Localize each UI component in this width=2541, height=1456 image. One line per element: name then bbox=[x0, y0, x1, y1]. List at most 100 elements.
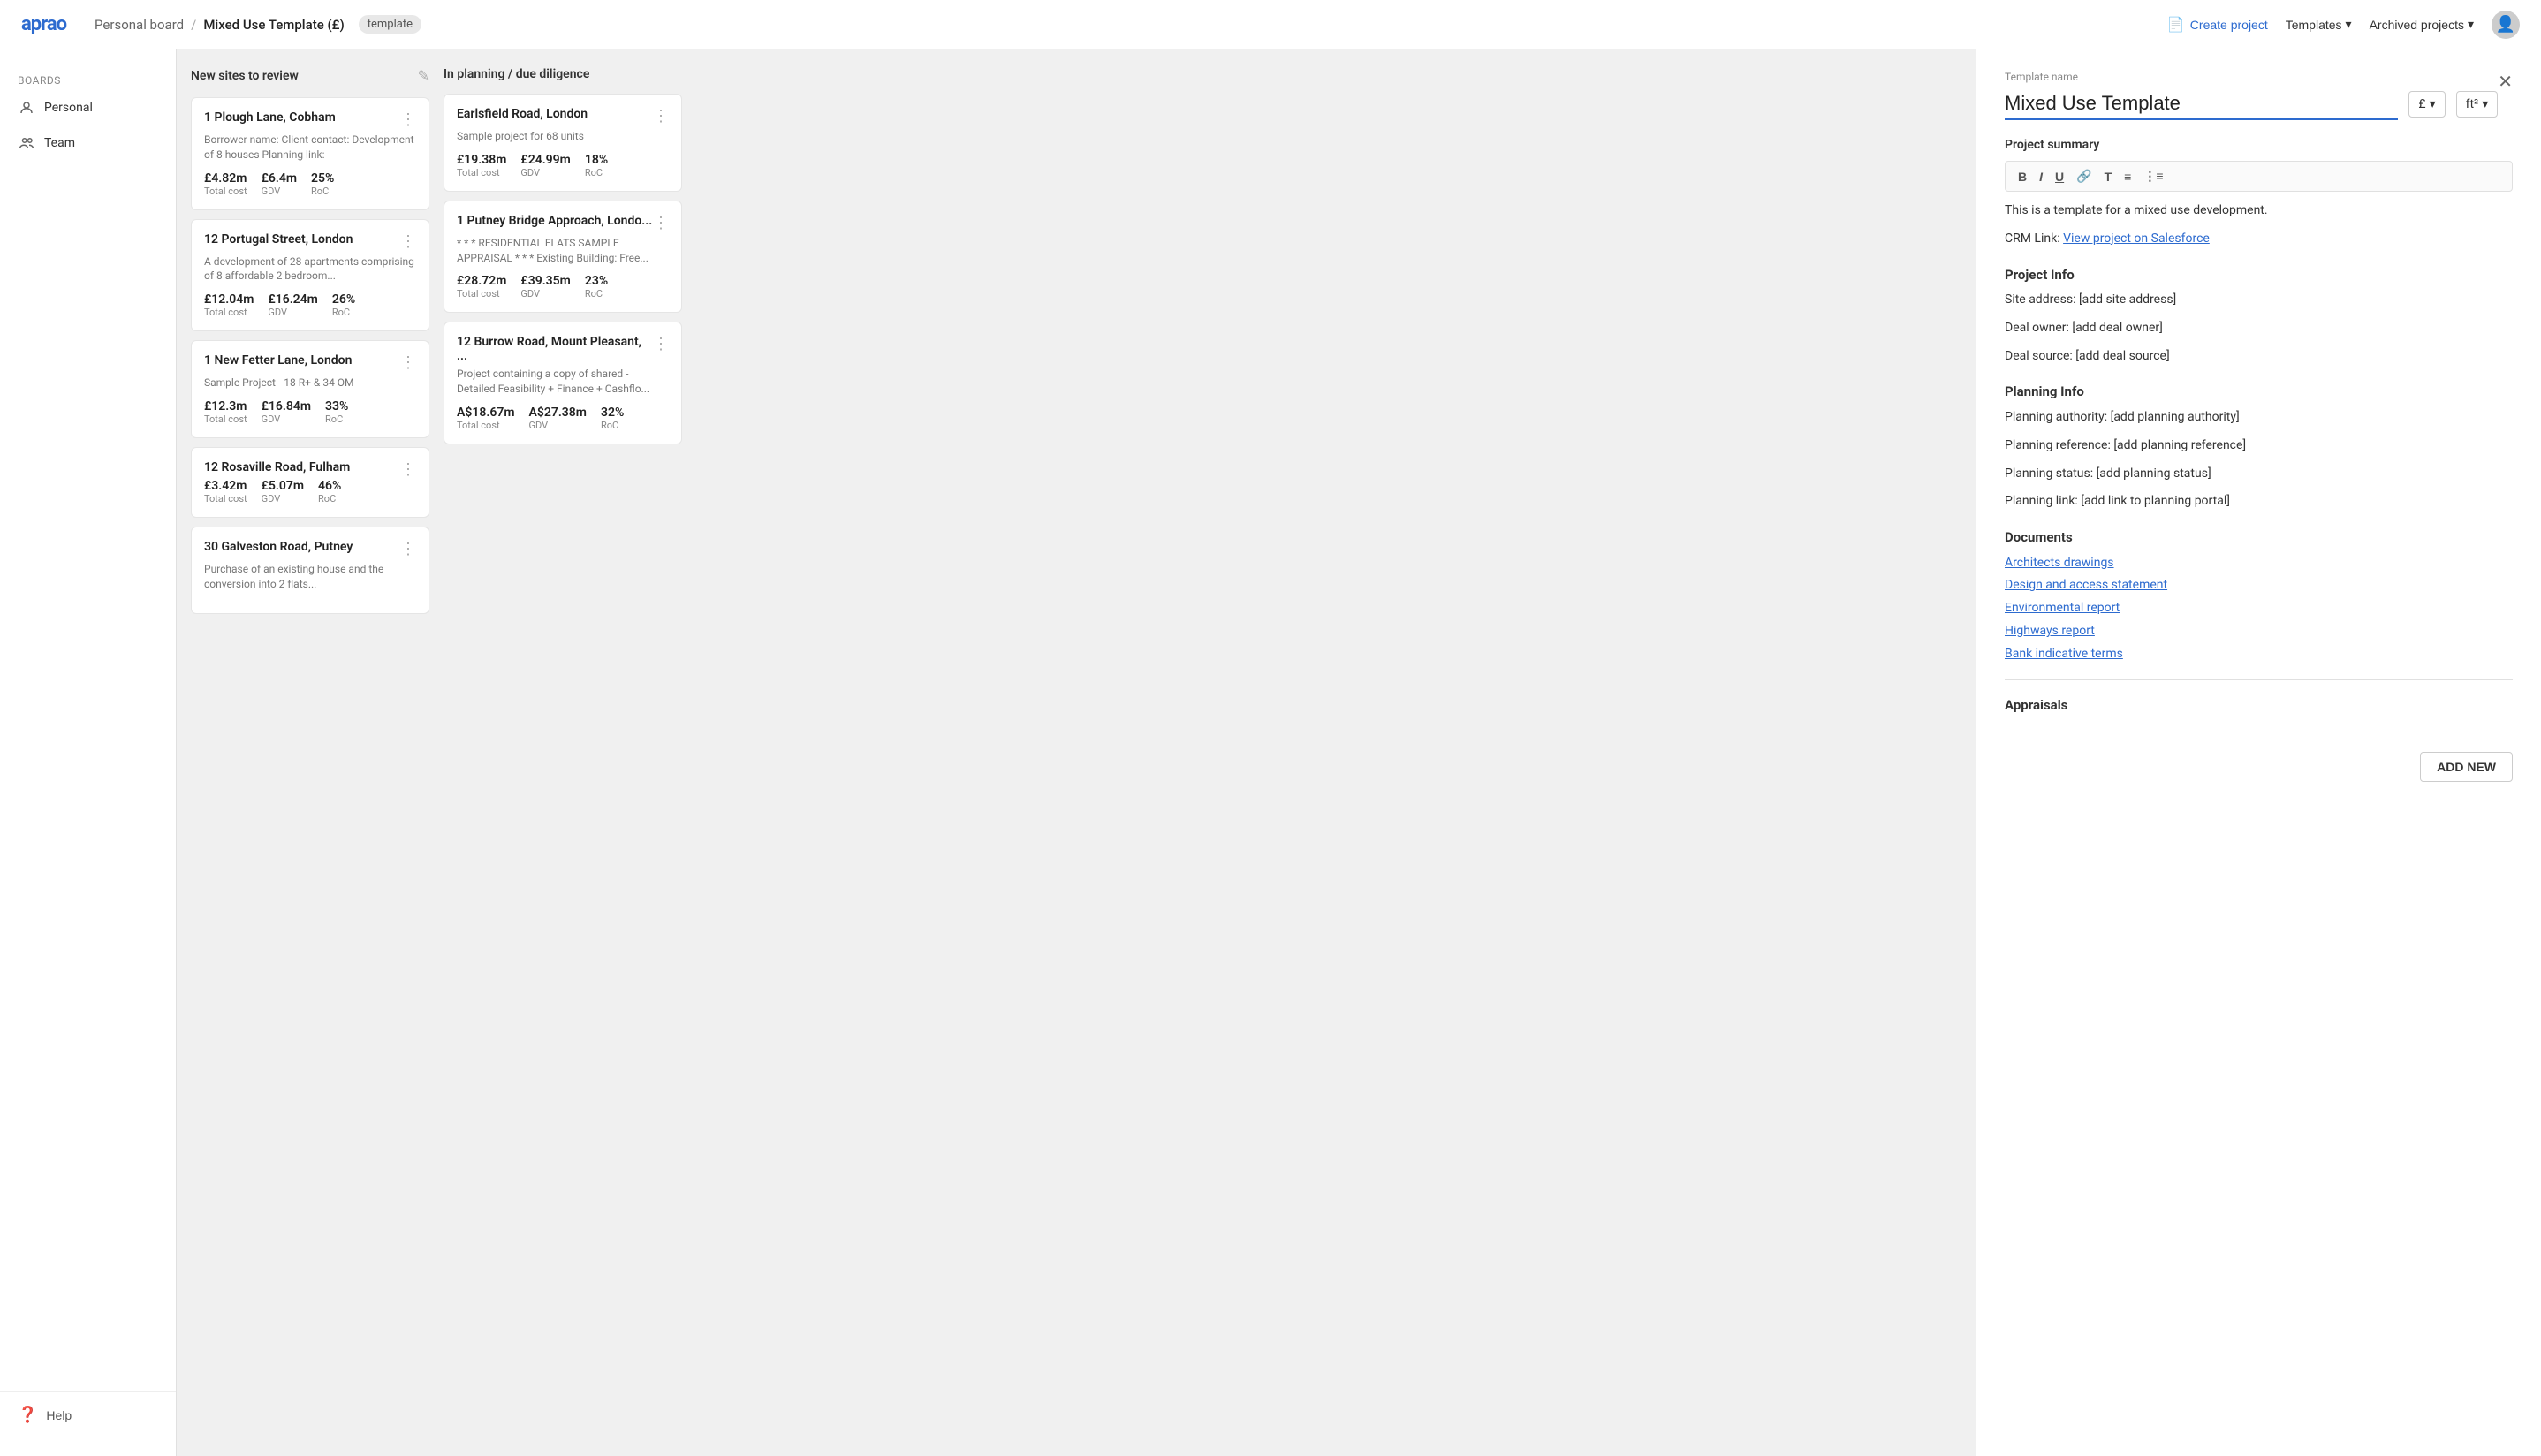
breadcrumb-parent[interactable]: Personal board bbox=[95, 17, 184, 33]
doc-link-architects[interactable]: Architects drawings bbox=[2005, 553, 2513, 574]
stat-value: 25% bbox=[311, 171, 334, 186]
editor-toolbar: B I U 🔗 T ≡ ⋮≡ bbox=[2005, 161, 2513, 192]
sidebar-wrapper: Boards Personal Team bbox=[0, 67, 176, 1438]
card-title: 1 Putney Bridge Approach, Londo... bbox=[457, 214, 653, 228]
planning-link: Planning link: [add link to planning por… bbox=[2005, 491, 2513, 512]
stat-value: £16.84m bbox=[262, 399, 311, 413]
card-title: 30 Galveston Road, Putney bbox=[204, 540, 400, 554]
breadcrumb: Personal board / Mixed Use Template (£) … bbox=[95, 15, 421, 34]
card-new-sites-1[interactable]: 12 Portugal Street, London⋮ A development… bbox=[191, 219, 429, 332]
project-summary-label: Project summary bbox=[2005, 138, 2513, 152]
stat-label: RoC bbox=[311, 186, 334, 197]
doc-link-environmental[interactable]: Environmental report bbox=[2005, 598, 2513, 619]
boards-panel: New sites to review✎1 Plough Lane, Cobha… bbox=[177, 49, 1976, 1456]
bullet-list-button[interactable]: ≡ bbox=[2120, 168, 2135, 186]
unit-selector[interactable]: ft² ▾ bbox=[2456, 91, 2499, 118]
currency-selector[interactable]: £ ▾ bbox=[2408, 91, 2445, 118]
stat-value: A$18.67m bbox=[457, 406, 514, 420]
doc-link-bank[interactable]: Bank indicative terms bbox=[2005, 644, 2513, 665]
card-new-sites-2[interactable]: 1 New Fetter Lane, London⋮ Sample Project… bbox=[191, 340, 429, 438]
unit-chevron-icon: ▾ bbox=[2482, 97, 2488, 111]
card-menu-button[interactable]: ⋮ bbox=[653, 107, 669, 125]
currency-chevron-icon: ▾ bbox=[2430, 97, 2436, 111]
numbered-list-button[interactable]: ⋮≡ bbox=[2140, 167, 2166, 186]
card-menu-button[interactable]: ⋮ bbox=[400, 110, 416, 129]
doc-link-design[interactable]: Design and access statement bbox=[2005, 575, 2513, 596]
card-header: 12 Portugal Street, London⋮ bbox=[204, 232, 416, 251]
sidebar-item-team[interactable]: Team bbox=[0, 125, 176, 161]
card-header: 1 New Fetter Lane, London⋮ bbox=[204, 353, 416, 372]
stat-value: £16.24m bbox=[268, 292, 317, 307]
card-title: Earlsfield Road, London bbox=[457, 107, 653, 121]
archived-projects-button[interactable]: Archived projects ▾ bbox=[2370, 17, 2474, 32]
card-in-planning-2[interactable]: 12 Burrow Road, Mount Pleasant, ...⋮Proj… bbox=[444, 322, 682, 444]
board-column-in-planning: In planning / due diligenceEarlsfield Ro… bbox=[444, 64, 682, 1442]
stat: A$27.38mGDV bbox=[528, 406, 586, 431]
stat-value: £4.82m bbox=[204, 171, 247, 186]
templates-button[interactable]: Templates ▾ bbox=[2286, 17, 2352, 32]
archived-chevron-icon: ▾ bbox=[2468, 17, 2474, 32]
card-description: Project containing a copy of shared - De… bbox=[457, 367, 669, 397]
text-style-button[interactable]: T bbox=[2101, 168, 2116, 186]
help-button[interactable]: ❓ Help bbox=[18, 1406, 72, 1424]
board-column-new-sites: New sites to review✎1 Plough Lane, Cobha… bbox=[191, 64, 429, 1442]
user-avatar[interactable]: 👤 bbox=[2492, 11, 2520, 39]
card-header: 1 Putney Bridge Approach, Londo...⋮ bbox=[457, 214, 669, 232]
logo: aprao bbox=[21, 13, 66, 35]
stat: £16.24mGDV bbox=[268, 292, 317, 318]
card-menu-button[interactable]: ⋮ bbox=[653, 335, 669, 353]
sidebar-team-label: Team bbox=[44, 136, 75, 150]
sidebar-section-label: Boards bbox=[0, 67, 176, 90]
stat-label: GDV bbox=[268, 307, 317, 318]
close-button[interactable]: ✕ bbox=[2498, 71, 2513, 93]
card-new-sites-4[interactable]: 30 Galveston Road, Putney⋮Purchase of an… bbox=[191, 527, 429, 614]
bold-button[interactable]: B bbox=[2014, 168, 2030, 186]
card-menu-button[interactable]: ⋮ bbox=[400, 353, 416, 372]
underline-button[interactable]: U bbox=[2052, 168, 2067, 186]
stat: 25%RoC bbox=[311, 171, 334, 197]
card-description: Sample Project - 18 R+ & 34 OM bbox=[204, 375, 416, 391]
stat-value: A$27.38m bbox=[528, 406, 586, 420]
link-button[interactable]: 🔗 bbox=[2073, 167, 2095, 186]
sidebar-item-personal[interactable]: Personal bbox=[0, 90, 176, 125]
stat-value: 32% bbox=[601, 406, 624, 420]
card-menu-button[interactable]: ⋮ bbox=[400, 540, 416, 558]
card-new-sites-0[interactable]: 1 Plough Lane, Cobham⋮Borrower name: Cli… bbox=[191, 97, 429, 210]
appraisals-title: Appraisals bbox=[2005, 694, 2513, 717]
stat: 18%RoC bbox=[585, 153, 608, 178]
italic-button[interactable]: I bbox=[2036, 168, 2046, 186]
stat-value: £19.38m bbox=[457, 153, 506, 167]
card-menu-button[interactable]: ⋮ bbox=[400, 232, 416, 251]
card-description: A development of 28 apartments comprisin… bbox=[204, 254, 416, 284]
team-icon bbox=[18, 134, 35, 152]
edit-column-button[interactable]: ✎ bbox=[418, 67, 429, 85]
editor-content: This is a template for a mixed use devel… bbox=[2005, 201, 2513, 717]
template-name-input[interactable] bbox=[2005, 88, 2398, 120]
sidebar-personal-label: Personal bbox=[44, 101, 93, 115]
documents-title: Documents bbox=[2005, 527, 2513, 550]
card-header: 1 Plough Lane, Cobham⋮ bbox=[204, 110, 416, 129]
stat: £16.84mGDV bbox=[262, 399, 311, 425]
add-new-button[interactable]: ADD NEW bbox=[2420, 752, 2513, 782]
doc-link-highways[interactable]: Highways report bbox=[2005, 621, 2513, 642]
templates-chevron-icon: ▾ bbox=[2346, 17, 2352, 32]
stat-label: GDV bbox=[262, 493, 304, 504]
stat-value: £3.42m bbox=[204, 479, 247, 493]
card-in-planning-1[interactable]: 1 Putney Bridge Approach, Londo...⋮* * *… bbox=[444, 201, 682, 314]
card-title: 1 Plough Lane, Cobham bbox=[204, 110, 400, 125]
card-menu-button[interactable]: ⋮ bbox=[653, 214, 669, 232]
stat-value: £12.04m bbox=[204, 292, 254, 307]
create-project-button[interactable]: 📄 Create project bbox=[2167, 16, 2268, 34]
card-title: 12 Portugal Street, London bbox=[204, 232, 400, 246]
panel-inner: ✕ Template name £ ▾ ft² ▾ Project s bbox=[1976, 49, 2541, 741]
topbar-right: 📄 Create project Templates ▾ Archived pr… bbox=[2167, 11, 2520, 39]
card-new-sites-3[interactable]: 12 Rosaville Road, Fulham⋮£3.42mTotal co… bbox=[191, 447, 429, 518]
card-in-planning-0[interactable]: Earlsfield Road, London⋮Sample project f… bbox=[444, 94, 682, 192]
card-stats: A$18.67mTotal costA$27.38mGDV32%RoC bbox=[457, 406, 669, 431]
create-project-icon: 📄 bbox=[2167, 16, 2185, 34]
crm-link[interactable]: View project on Salesforce bbox=[2063, 231, 2210, 246]
stat-label: RoC bbox=[585, 288, 608, 300]
card-stats: £3.42mTotal cost£5.07mGDV46%RoC bbox=[204, 479, 416, 504]
stat-label: Total cost bbox=[204, 186, 247, 197]
card-menu-button[interactable]: ⋮ bbox=[400, 460, 416, 479]
